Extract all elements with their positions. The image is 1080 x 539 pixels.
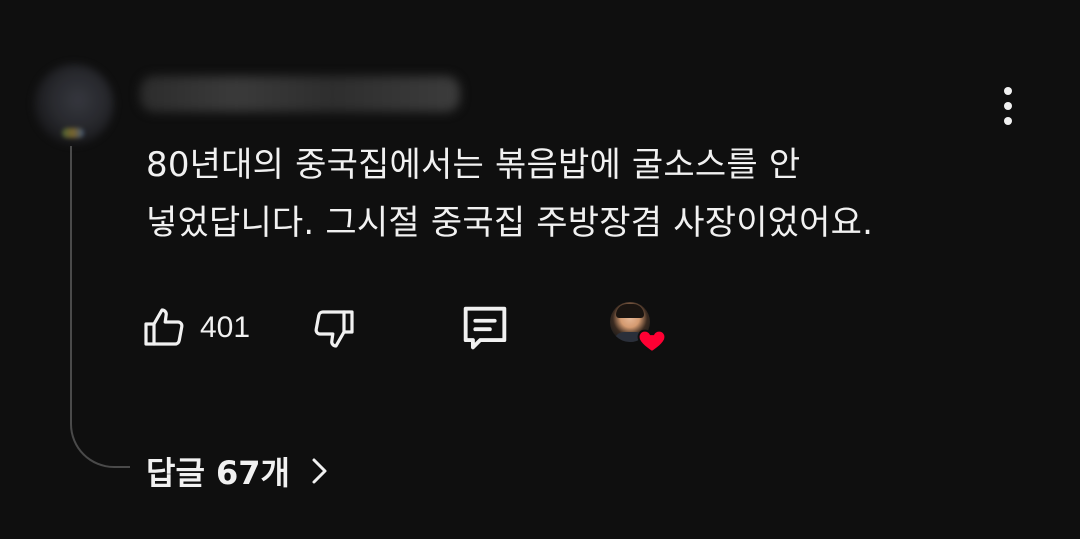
chevron-right-icon: [308, 456, 330, 486]
comment-body: 80년대의 중국집에서는 볶음밥에 굴소스를 안 넣었답니다. 그시절 중국집 …: [146, 136, 1006, 252]
creator-avatar-hair: [616, 304, 644, 318]
more-vertical-icon-dot: [1004, 117, 1012, 125]
view-replies-button[interactable]: 답글 67개: [146, 446, 330, 496]
like-button[interactable]: 401: [140, 298, 250, 358]
more-options-button[interactable]: [992, 84, 1024, 128]
author-name[interactable]: [140, 76, 460, 112]
comment-line: 80년대의 중국집에서는 볶음밥에 굴소스를 안: [146, 145, 801, 185]
thread-connector-line: [70, 146, 130, 468]
like-count: 401: [200, 311, 251, 344]
reply-button[interactable]: [456, 298, 514, 358]
thumbs-down-icon: [314, 310, 354, 348]
dislike-button[interactable]: [310, 298, 358, 358]
replies-label: 답글 67개: [146, 454, 290, 492]
comment-line: 넣었답니다. 그시절 중국집 주방장겸 사장이었어요.: [146, 203, 874, 243]
creator-heart-badge: [610, 302, 670, 358]
comment-bubble-icon: [463, 306, 507, 350]
more-vertical-icon-dot: [1004, 102, 1012, 110]
thumbs-up-icon: [144, 308, 184, 346]
more-vertical-icon: [1004, 87, 1012, 95]
author-avatar-detail: [62, 128, 84, 138]
heart-icon: [637, 329, 667, 354]
